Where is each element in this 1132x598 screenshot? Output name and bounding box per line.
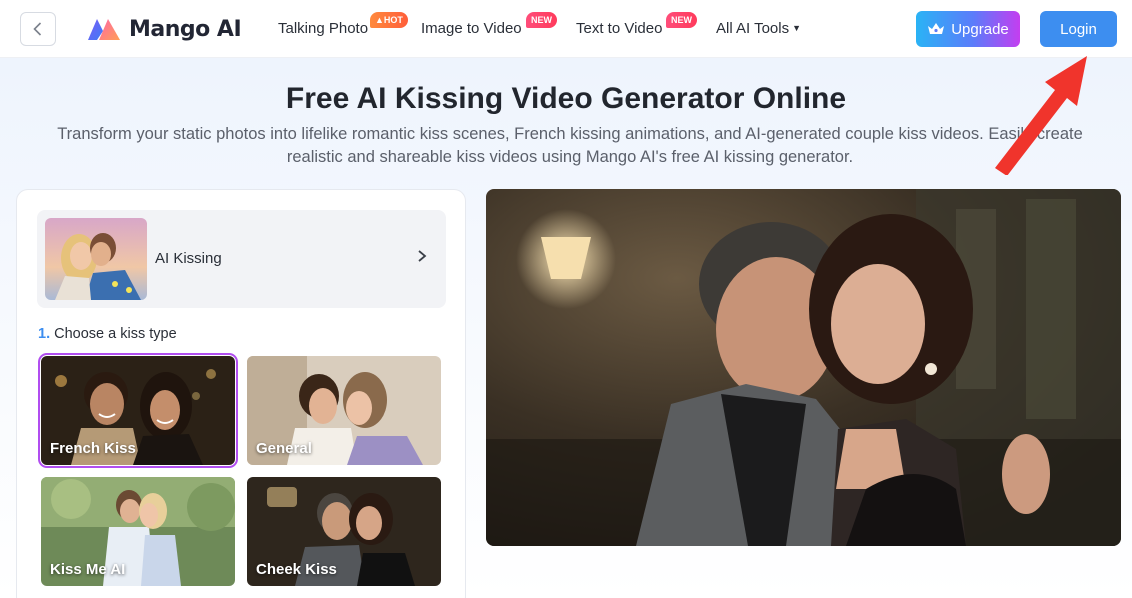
new-badge: NEW (666, 12, 697, 28)
upgrade-button[interactable]: Upgrade (916, 11, 1020, 47)
crown-icon (928, 23, 945, 34)
back-button[interactable] (20, 12, 56, 46)
preview-image (486, 189, 1121, 546)
nav-image-to-video-label: Image to Video (421, 20, 522, 37)
hot-badge: ▲HOT (370, 12, 408, 28)
ai-kissing-thumbnail (45, 218, 147, 300)
new-badge: NEW (526, 12, 557, 28)
kiss-type-cheek-kiss[interactable]: Cheek Kiss (247, 477, 441, 586)
nav-talking-photo-label: Talking Photo (278, 20, 369, 37)
kiss-type-label: French Kiss (50, 440, 136, 457)
logo-text: Mango AI (129, 16, 242, 42)
chevron-right-icon (418, 250, 427, 262)
kiss-type-french-kiss[interactable]: French Kiss (38, 353, 238, 468)
model-selector[interactable]: AI Kissing (37, 210, 446, 308)
step-text: Choose a kiss type (54, 326, 177, 342)
kiss-type-general[interactable]: General (247, 356, 441, 465)
chevron-left-icon (33, 22, 42, 36)
nav-text-to-video[interactable]: Text to Video NEW (576, 12, 697, 37)
top-navbar: Mango AI Talking Photo ▲HOT Image to Vid… (0, 0, 1132, 58)
kiss-type-label: Cheek Kiss (256, 561, 337, 578)
upgrade-label: Upgrade (951, 20, 1009, 38)
red-arrow-annotation (995, 56, 1087, 175)
page-subtitle: Transform your static photos into lifeli… (57, 125, 1083, 166)
login-label: Login (1060, 20, 1097, 38)
fire-icon: ▲ (375, 15, 384, 25)
nav-all-ai-tools[interactable]: All AI Tools ▼ (716, 20, 801, 37)
caret-down-icon: ▼ (792, 23, 802, 33)
step-label: 1. Choose a kiss type (38, 326, 177, 342)
generator-panel: AI Kissing 1. Choose a kiss type French … (16, 189, 466, 598)
mango-ai-logo[interactable]: Mango AI (86, 14, 242, 44)
kiss-type-label: Kiss Me AI (50, 561, 126, 578)
nav-all-ai-tools-label: All AI Tools (716, 20, 790, 37)
nav-talking-photo[interactable]: Talking Photo ▲HOT (278, 12, 408, 37)
mango-logo-icon (88, 19, 120, 40)
login-button[interactable]: Login (1040, 11, 1117, 47)
nav-text-to-video-label: Text to Video (576, 20, 663, 37)
kiss-type-kiss-me-ai[interactable]: Kiss Me AI (41, 477, 235, 586)
step-number: 1. (38, 326, 51, 342)
model-label: AI Kissing (155, 250, 222, 267)
kiss-type-label: General (256, 440, 312, 457)
nav-image-to-video[interactable]: Image to Video NEW (421, 12, 557, 37)
page-title: Free AI Kissing Video Generator Online (285, 82, 847, 115)
